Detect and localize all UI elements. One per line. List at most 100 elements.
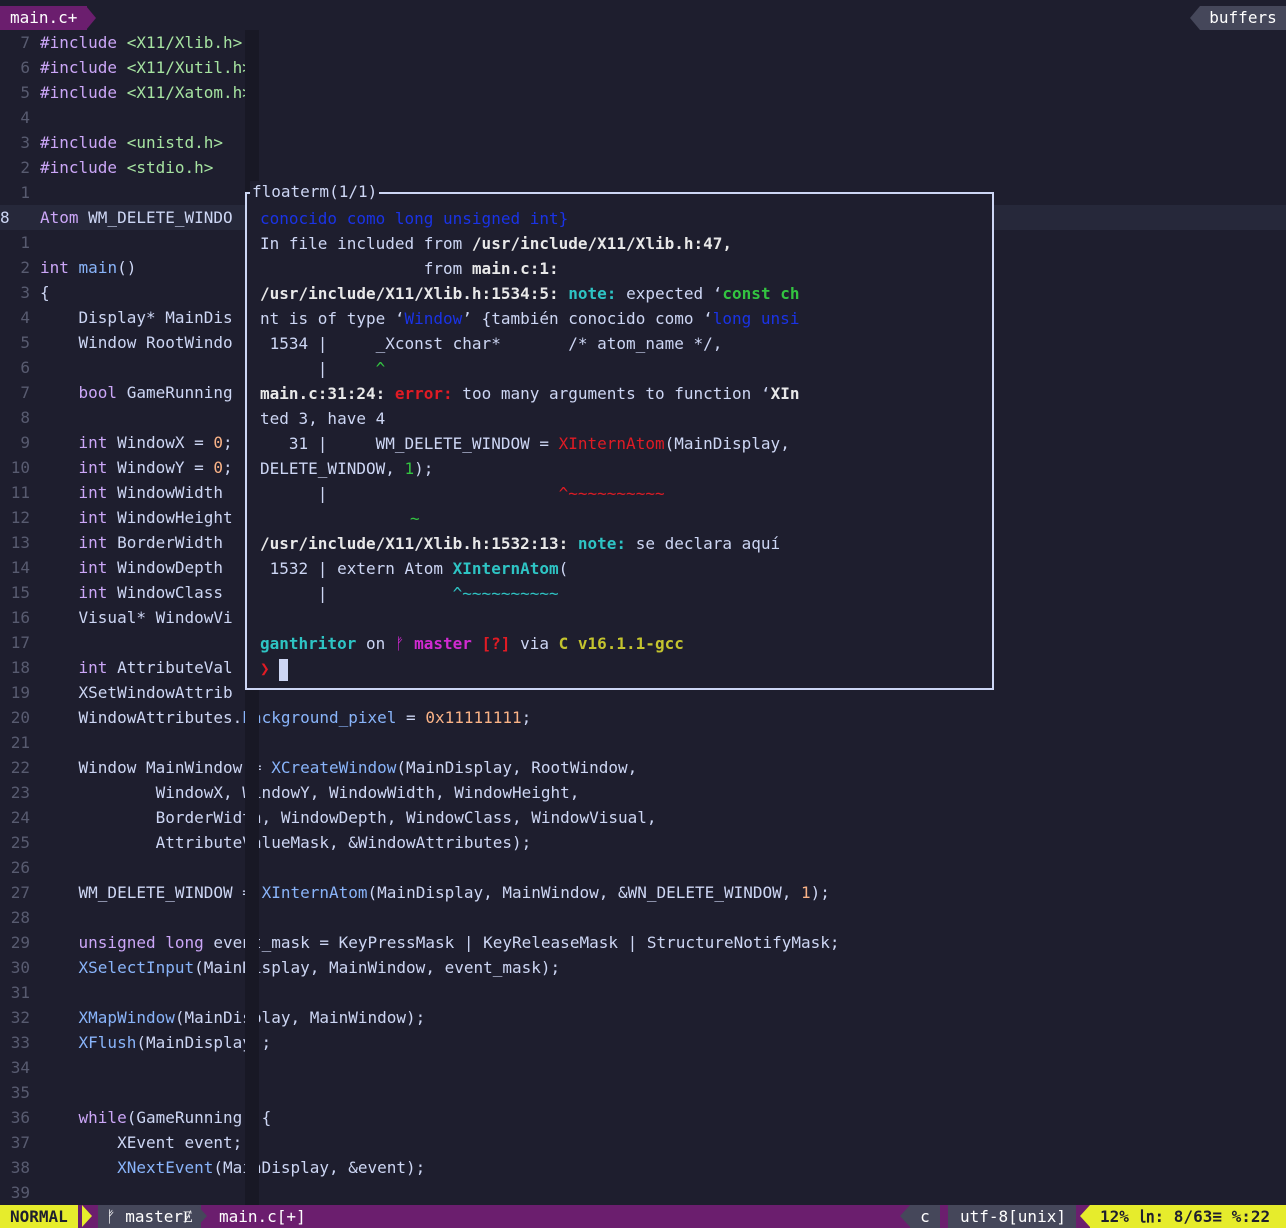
term-text: too many arguments to function ‘ (452, 384, 771, 403)
position-separator (1080, 1205, 1090, 1227)
prompt-text: via (510, 634, 559, 653)
term-text: In file included from (260, 234, 472, 253)
line-text: int WindowClass (78, 583, 224, 602)
code-line[interactable]: 24 BorderWidth, WindowDepth, WindowClass… (0, 805, 1286, 830)
term-text: ’ {también conocido como ‘ (462, 309, 713, 328)
code-line[interactable]: 32 XMapWindow(MainDisplay, MainWindow); (0, 1005, 1286, 1030)
file-encoding: utf-8[unix] (948, 1205, 1076, 1228)
term-line: /usr/include/X11/Xlib.h:1534:5: note: ex… (260, 281, 799, 306)
term-location: main.c:31:24: (260, 384, 386, 403)
line-number: 4 (20, 108, 30, 127)
line-text: Window RootWindo (40, 333, 233, 352)
term-number: 1 (404, 459, 415, 478)
line-number: 21 (10, 733, 30, 752)
line-number: 7 (20, 33, 30, 52)
code-line[interactable]: 6 #include <X11/Xutil.h> (0, 55, 1286, 80)
code-line[interactable]: 25 AttributeValueMask, &WindowAttributes… (0, 830, 1286, 855)
code-line[interactable]: 28 (0, 905, 1286, 930)
line-number: 35 (10, 1083, 30, 1102)
code-line[interactable]: 7 #include <X11/Xlib.h> (0, 30, 1286, 55)
tab-separator (86, 6, 96, 30)
buffers-label[interactable]: buffers (1200, 6, 1286, 30)
line-text: unsigned long event_mask = KeyPressMask … (78, 933, 840, 952)
line-text: Atom WM_DELETE_WINDO (40, 208, 233, 227)
term-location: /usr/include/X11/Xlib.h:1534:5: (260, 284, 559, 303)
code-line[interactable]: 38 XNextEvent(MainDisplay, &event); (0, 1155, 1286, 1180)
line-number: 14 (10, 558, 30, 577)
line-text: int WindowX = 0; (78, 433, 233, 452)
line-number: 2 (20, 258, 30, 277)
code-line[interactable]: 22 Window MainWindow = XCreateWindow(Mai… (0, 755, 1286, 780)
code-line[interactable]: 3 #include <unistd.h> (0, 130, 1286, 155)
term-function: XInternAtom (558, 434, 665, 453)
line-number: 36 (10, 1108, 30, 1127)
prompt-user: ganthritor (260, 634, 357, 653)
line-number: 23 (10, 783, 30, 802)
term-line: from main.c:1: (260, 256, 559, 281)
line-text: int main() (40, 258, 137, 277)
line-number: 17 (10, 633, 30, 652)
term-note-label: note: (577, 534, 627, 553)
code-line[interactable]: 21 (0, 730, 1286, 755)
line-text: XNextEvent(MainDisplay, &event); (117, 1158, 426, 1177)
code-line[interactable]: 23 WindowX, WindowY, WindowWidth, Window… (0, 780, 1286, 805)
term-text: DELETE_WINDOW, (260, 459, 405, 478)
line-number: 1 (20, 183, 30, 202)
term-function: XIn (770, 384, 800, 403)
line-text: #include <X11/Xlib.h> (40, 33, 243, 52)
term-caret: ^~~~~~~~~~~ (558, 484, 665, 503)
line-number: 2 (20, 158, 30, 177)
prompt-branch: master (404, 634, 472, 653)
code-line[interactable]: 30 XSelectInput(MainDisplay, MainWindow,… (0, 955, 1286, 980)
term-line: 1532 | extern Atom XInternAtom( (260, 556, 569, 581)
code-line[interactable]: 4 (0, 105, 1286, 130)
term-line: ~ (410, 506, 420, 531)
line-text: int WindowY = 0; (78, 458, 233, 477)
code-line[interactable]: 5 #include <X11/Xatom.h> (0, 80, 1286, 105)
term-text: nt is of type ‘ (260, 309, 405, 328)
term-text: | (260, 584, 453, 603)
term-text: expected ‘ (616, 284, 723, 303)
line-text: #include <unistd.h> (40, 133, 224, 152)
code-line[interactable]: 35 (0, 1080, 1286, 1105)
floaterm-window[interactable]: conocido como long unsigned int} In file… (245, 192, 994, 690)
term-type: Window (404, 309, 463, 328)
line-text: XEvent event; (40, 1133, 243, 1152)
prompt-language: C v16.1.1-gcc (558, 634, 684, 653)
line-number: 38 (10, 1158, 30, 1177)
code-line[interactable]: 31 (0, 980, 1286, 1005)
line-text: XFlush(MainDisplay); (78, 1033, 272, 1052)
code-line[interactable]: 37 XEvent event; (0, 1130, 1286, 1155)
git-branch: ᚠ masterɆ (98, 1205, 201, 1228)
code-line[interactable]: 29 unsigned long event_mask = KeyPressMa… (0, 930, 1286, 955)
code-line[interactable]: 20 WindowAttributes.background_pixel = 0… (0, 705, 1286, 730)
line-number: 18 (10, 658, 30, 677)
code-line[interactable]: 34 (0, 1055, 1286, 1080)
code-line[interactable]: 27 WM_DELETE_WINDOW = XInternAtom(MainDi… (0, 880, 1286, 905)
code-line[interactable]: 26 (0, 855, 1286, 880)
code-line[interactable]: 2 #include <stdio.h> (0, 155, 1286, 180)
line-number: 6 (20, 58, 30, 77)
floaterm-output[interactable]: conocido como long unsigned int} In file… (260, 206, 986, 686)
term-function: XInternAtom (452, 559, 559, 578)
line-number: 15 (10, 583, 30, 602)
code-line[interactable]: 33 XFlush(MainDisplay); (0, 1030, 1286, 1055)
floaterm-title: floaterm(1/1) (250, 181, 380, 203)
shell-input-line[interactable]: ❯ (260, 656, 289, 681)
line-text: Visual* WindowVi (40, 608, 233, 627)
line-text: WindowAttributes.background_pixel = 0x11… (40, 708, 532, 727)
tab-main-c[interactable]: main.c+ (0, 6, 88, 30)
line-number: 3 (20, 283, 30, 302)
term-line: conocido como long unsigned int} (260, 206, 568, 231)
line-text: XSelectInput(MainDisplay, MainWindow, ev… (78, 958, 561, 977)
line-number: 3 (20, 133, 30, 152)
line-number: 33 (10, 1033, 30, 1052)
line-number: 27 (10, 883, 30, 902)
line-text: XMapWindow(MainDisplay, MainWindow); (78, 1008, 426, 1027)
term-caret: ^~~~~~~~~~~ (452, 584, 559, 603)
code-line[interactable]: 36 while(GameRunning) { (0, 1105, 1286, 1130)
term-text: 1532 | extern Atom (260, 559, 453, 578)
code-line[interactable]: 39 (0, 1180, 1286, 1205)
line-number: 30 (10, 958, 30, 977)
term-text: | (260, 359, 376, 378)
